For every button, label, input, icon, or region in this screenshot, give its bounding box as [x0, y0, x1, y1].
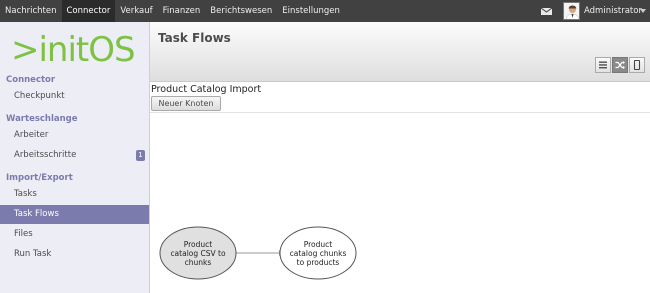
sidebar-item-arbeiter[interactable]: Arbeiter — [0, 126, 149, 145]
list-view-icon — [599, 61, 607, 69]
node-label-line: Product — [303, 240, 333, 249]
menu-berichtswesen[interactable]: Berichtswesen — [205, 0, 277, 22]
main-menu: Nachrichten Connector Verkauf Finanzen B… — [0, 0, 345, 22]
node-label-line: chunks — [184, 258, 212, 267]
diagram-content: Product Catalog Import Neuer Knoten Prod… — [150, 82, 650, 293]
section-connector: Connector — [6, 75, 56, 85]
sidebar-item-label: Run Task — [14, 249, 52, 259]
menu-finanzen[interactable]: Finanzen — [158, 0, 206, 22]
diagram-view-icon — [615, 61, 625, 69]
chevron-down-icon[interactable] — [640, 9, 646, 13]
sidebar-item-label: Checkpunkt — [14, 91, 65, 101]
user-silhouette-icon — [565, 5, 579, 19]
sidebar-item-run-task[interactable]: Run Task — [0, 245, 149, 264]
user-name[interactable]: Administrator — [584, 0, 642, 22]
section-warteschlange: Warteschlange — [6, 114, 78, 124]
form-view-button[interactable] — [629, 57, 645, 73]
new-node-button[interactable]: Neuer Knoten — [151, 96, 221, 111]
form-view-icon — [633, 60, 641, 70]
sidebar-item-label: Files — [14, 229, 33, 239]
sidebar-item-task-flows[interactable]: Task Flows — [0, 205, 149, 224]
node-label-line: catalog CSV to — [170, 249, 226, 258]
sidebar-item-files[interactable]: Files — [0, 225, 149, 244]
menu-einstellungen[interactable]: Einstellungen — [277, 0, 345, 22]
sidebar-item-tasks[interactable]: Tasks — [0, 185, 149, 204]
initos-logo: >initOS — [11, 30, 136, 68]
node-label-line: catalog chunks — [289, 249, 347, 258]
sidebar-item-label: Task Flows — [14, 209, 59, 219]
node-label-line: Product — [183, 240, 213, 249]
diagram-view-button[interactable] — [612, 57, 628, 73]
sidebar-item-checkpunkt[interactable]: Checkpunkt — [0, 87, 149, 106]
svg-text:>initOS: >initOS — [11, 30, 135, 68]
menu-verkauf[interactable]: Verkauf — [115, 0, 157, 22]
top-menu-bar: Nachrichten Connector Verkauf Finanzen B… — [0, 0, 650, 22]
sidebar: >initOS Connector Checkpunkt Warteschlan… — [0, 22, 150, 293]
count-badge: 1 — [136, 150, 145, 161]
view-header: Task Flows — [150, 22, 650, 82]
sidebar-item-label: Arbeitsschritte — [14, 150, 77, 160]
section-import-export: Import/Export — [6, 173, 73, 183]
node-label-line: to products — [296, 258, 340, 267]
sidebar-item-label: Arbeiter — [14, 130, 49, 140]
diagram-title: Product Catalog Import — [151, 84, 262, 95]
page-title: Task Flows — [158, 31, 231, 45]
menu-connector[interactable]: Connector — [61, 0, 116, 22]
menu-nachrichten[interactable]: Nachrichten — [0, 0, 62, 22]
divider — [150, 112, 650, 113]
mail-icon[interactable] — [541, 8, 552, 15]
list-view-button[interactable] — [595, 57, 611, 73]
sidebar-item-label: Tasks — [14, 189, 37, 199]
flow-node-1[interactable]: Product catalog CSV to chunks — [162, 240, 234, 267]
sidebar-item-arbeitsschritte[interactable]: Arbeitsschritte 1 — [0, 146, 149, 165]
avatar[interactable] — [563, 2, 580, 20]
flow-node-2[interactable]: Product catalog chunks to products — [282, 240, 354, 267]
